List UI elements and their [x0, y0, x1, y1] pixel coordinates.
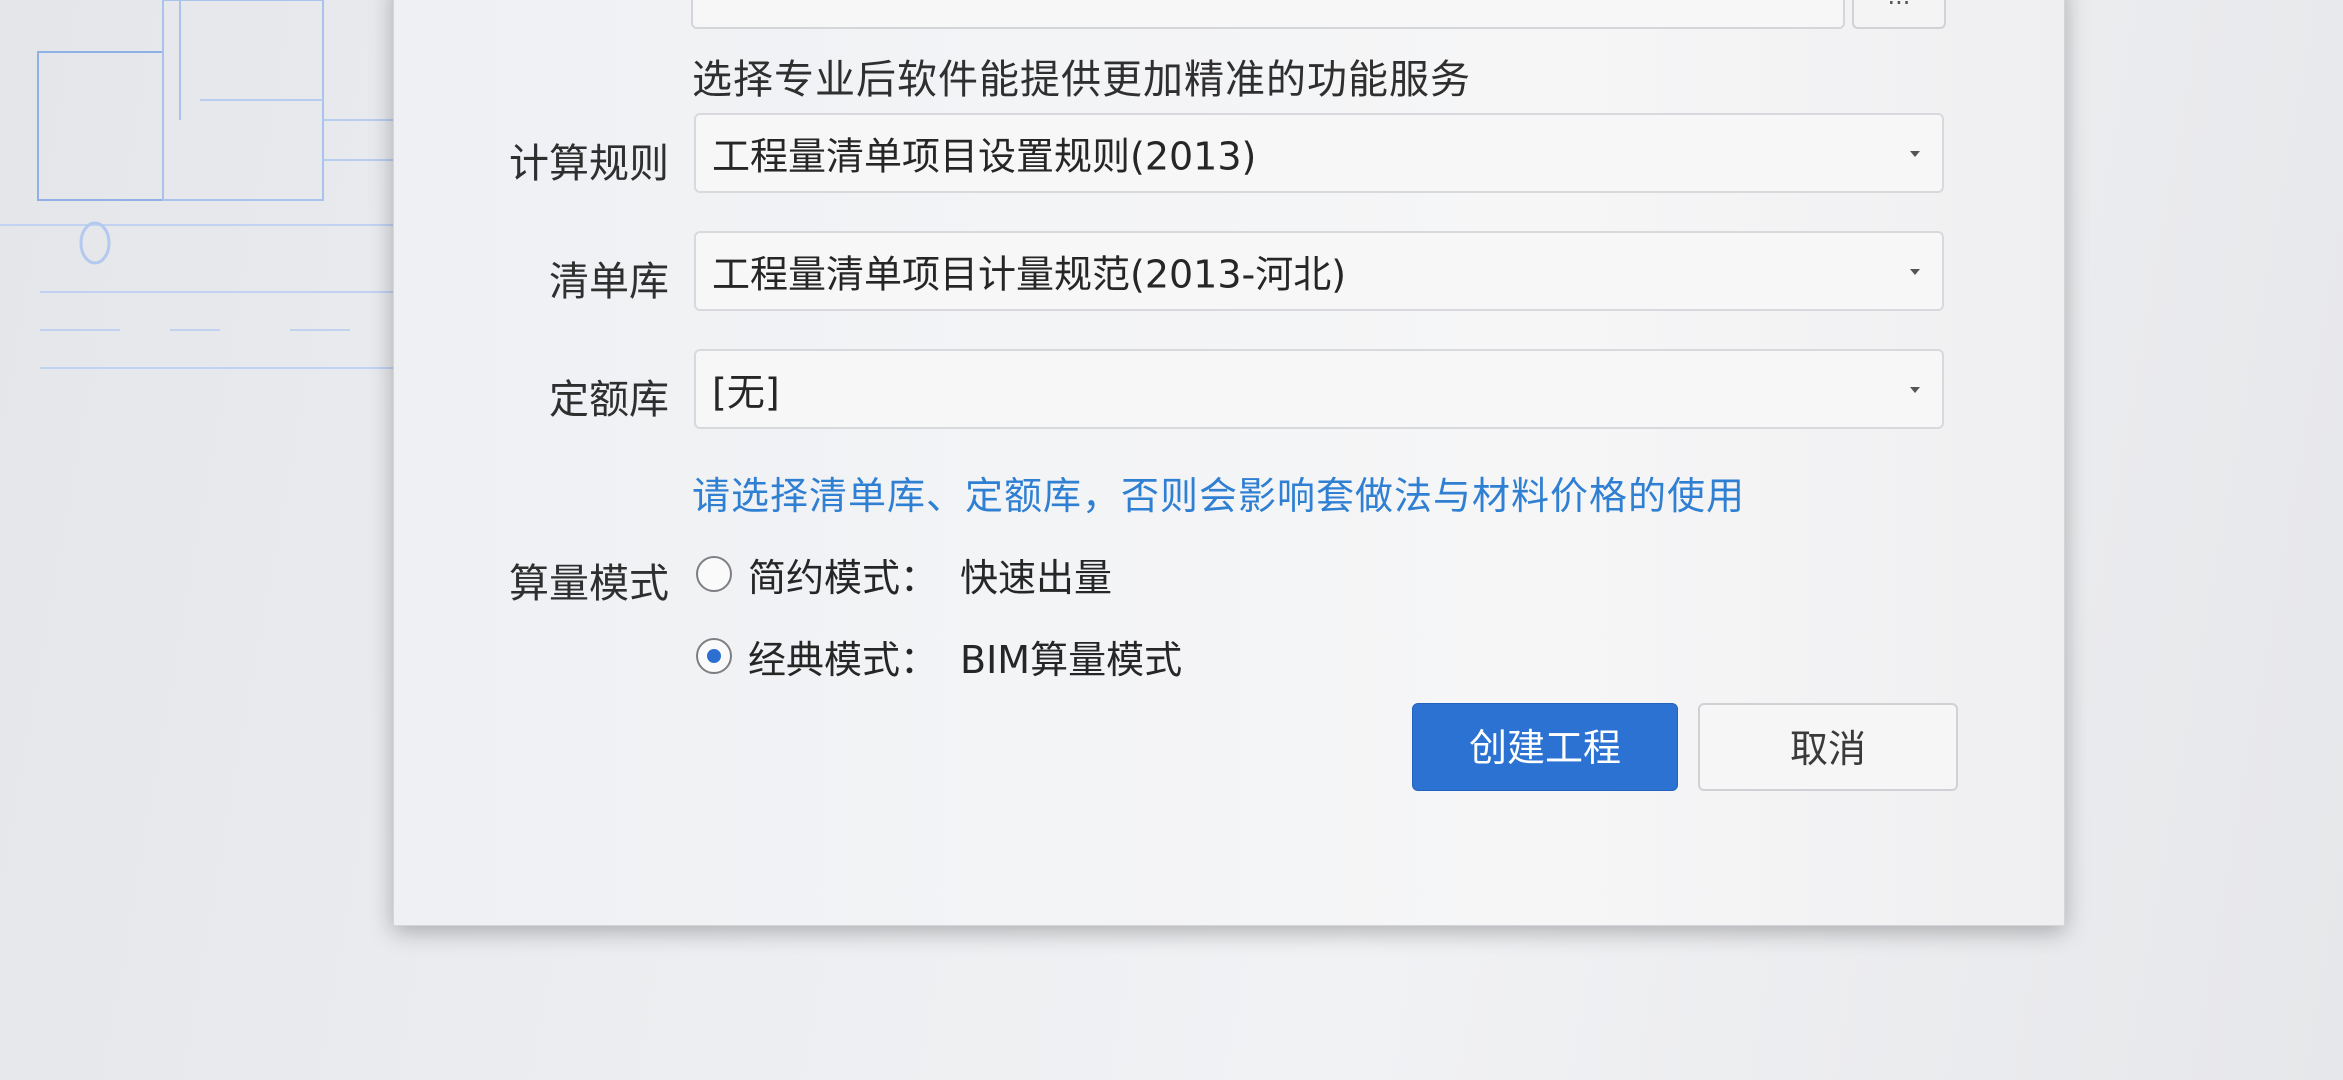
chevron-down-icon: [1910, 269, 1920, 275]
bill-library-select[interactable]: 工程量清单项目计量规范(2013-河北): [694, 231, 1944, 311]
chevron-down-icon: [1910, 387, 1920, 393]
bill-library-value: 工程量清单项目计量规范(2013-河北): [712, 252, 1347, 297]
quota-library-label: 定额库: [549, 377, 669, 423]
calc-mode-label: 算量模式: [509, 561, 669, 607]
new-project-dialog: ... 选择专业后软件能提供更加精准的功能服务 计算规则 工程量清单项目设置规则…: [393, 0, 2065, 926]
classic-mode-name: 经典模式：: [748, 637, 939, 682]
quota-library-select[interactable]: [无]: [694, 349, 1944, 429]
radio-button-simple[interactable]: [696, 556, 732, 592]
browse-button[interactable]: ...: [1852, 0, 1946, 29]
create-project-button[interactable]: 创建工程: [1412, 703, 1678, 791]
radio-simple-mode[interactable]: 简约模式： 快速出量: [696, 551, 1112, 600]
calc-rule-value: 工程量清单项目设置规则(2013): [712, 134, 1257, 179]
specialty-hint: 选择专业后软件能提供更加精准的功能服务: [692, 57, 1471, 103]
library-warning-hint: 请选择清单库、定额库，否则会影响套做法与材料价格的使用: [692, 474, 1746, 518]
classic-mode-desc: BIM算量模式: [960, 637, 1183, 682]
background-drawing: [0, 0, 393, 369]
simple-mode-desc: 快速出量: [960, 555, 1113, 600]
calc-rule-label: 计算规则: [509, 141, 669, 187]
simple-mode-name: 简约模式：: [748, 555, 939, 600]
quota-library-value: [无]: [712, 370, 780, 415]
cancel-button[interactable]: 取消: [1698, 703, 1958, 791]
radio-classic-mode[interactable]: 经典模式： BIM算量模式: [696, 633, 1182, 682]
bill-library-label: 清单库: [549, 259, 669, 305]
chevron-down-icon: [1910, 151, 1920, 157]
specialty-field[interactable]: [691, 0, 1845, 29]
radio-button-classic[interactable]: [696, 638, 732, 674]
calc-rule-select[interactable]: 工程量清单项目设置规则(2013): [694, 113, 1944, 193]
